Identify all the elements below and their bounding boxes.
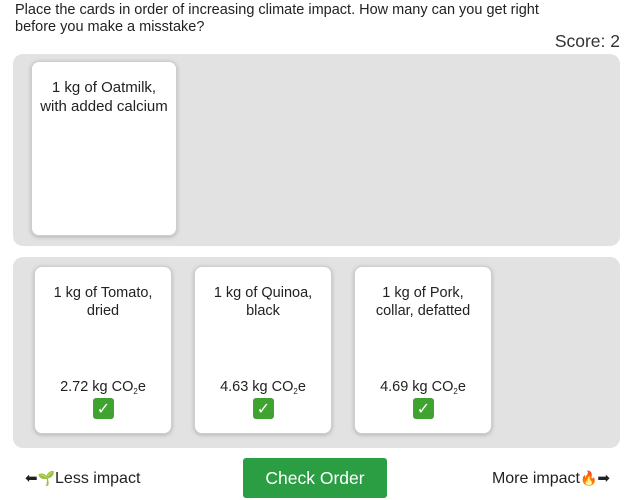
- arrow-right-icon: ➡: [597, 469, 610, 487]
- instructions-text: Place the cards in order of increasing c…: [15, 2, 539, 35]
- card-title: 1 kg of Tomato, dried: [53, 285, 153, 319]
- less-impact-text: Less impact: [55, 470, 141, 487]
- card-deck-panel: 1 kg of Oatmilk, with added calcium: [13, 54, 620, 246]
- check-order-button[interactable]: Check Order: [243, 458, 387, 498]
- fire-icon: 🔥: [579, 471, 598, 487]
- placed-card[interactable]: 1 kg of Tomato, dried 2.72 kg CO2e ✓: [34, 266, 172, 434]
- placed-card[interactable]: 1 kg of Quinoa, black 4.63 kg CO2e ✓: [194, 266, 332, 434]
- card-title: 1 kg of Pork, collar, defatted: [375, 285, 471, 319]
- timeline-panel: 1 kg of Tomato, dried 2.72 kg CO2e ✓ 1 k…: [13, 257, 620, 448]
- score-label: Score: 2: [554, 31, 620, 51]
- arrow-left-icon: ⬅: [25, 469, 38, 487]
- check-mark-icon: ✓: [93, 398, 114, 419]
- check-mark-icon: ✓: [413, 398, 434, 419]
- pending-card[interactable]: 1 kg of Oatmilk, with added calcium: [31, 61, 177, 236]
- footer-bar: ⬅🌱Less impact Check Order More impact🔥➡: [0, 458, 630, 498]
- check-mark-icon: ✓: [253, 398, 274, 419]
- placed-card[interactable]: 1 kg of Pork, collar, defatted 4.69 kg C…: [354, 266, 492, 434]
- less-impact-label: ⬅🌱Less impact: [25, 469, 140, 488]
- sprout-icon: 🌱: [37, 471, 56, 487]
- more-impact-label: More impact🔥➡: [492, 469, 610, 488]
- more-impact-text: More impact: [491, 470, 580, 487]
- card-title: 1 kg of Quinoa, black: [213, 285, 313, 319]
- pending-card-title: 1 kg of Oatmilk, with added calcium: [40, 79, 168, 115]
